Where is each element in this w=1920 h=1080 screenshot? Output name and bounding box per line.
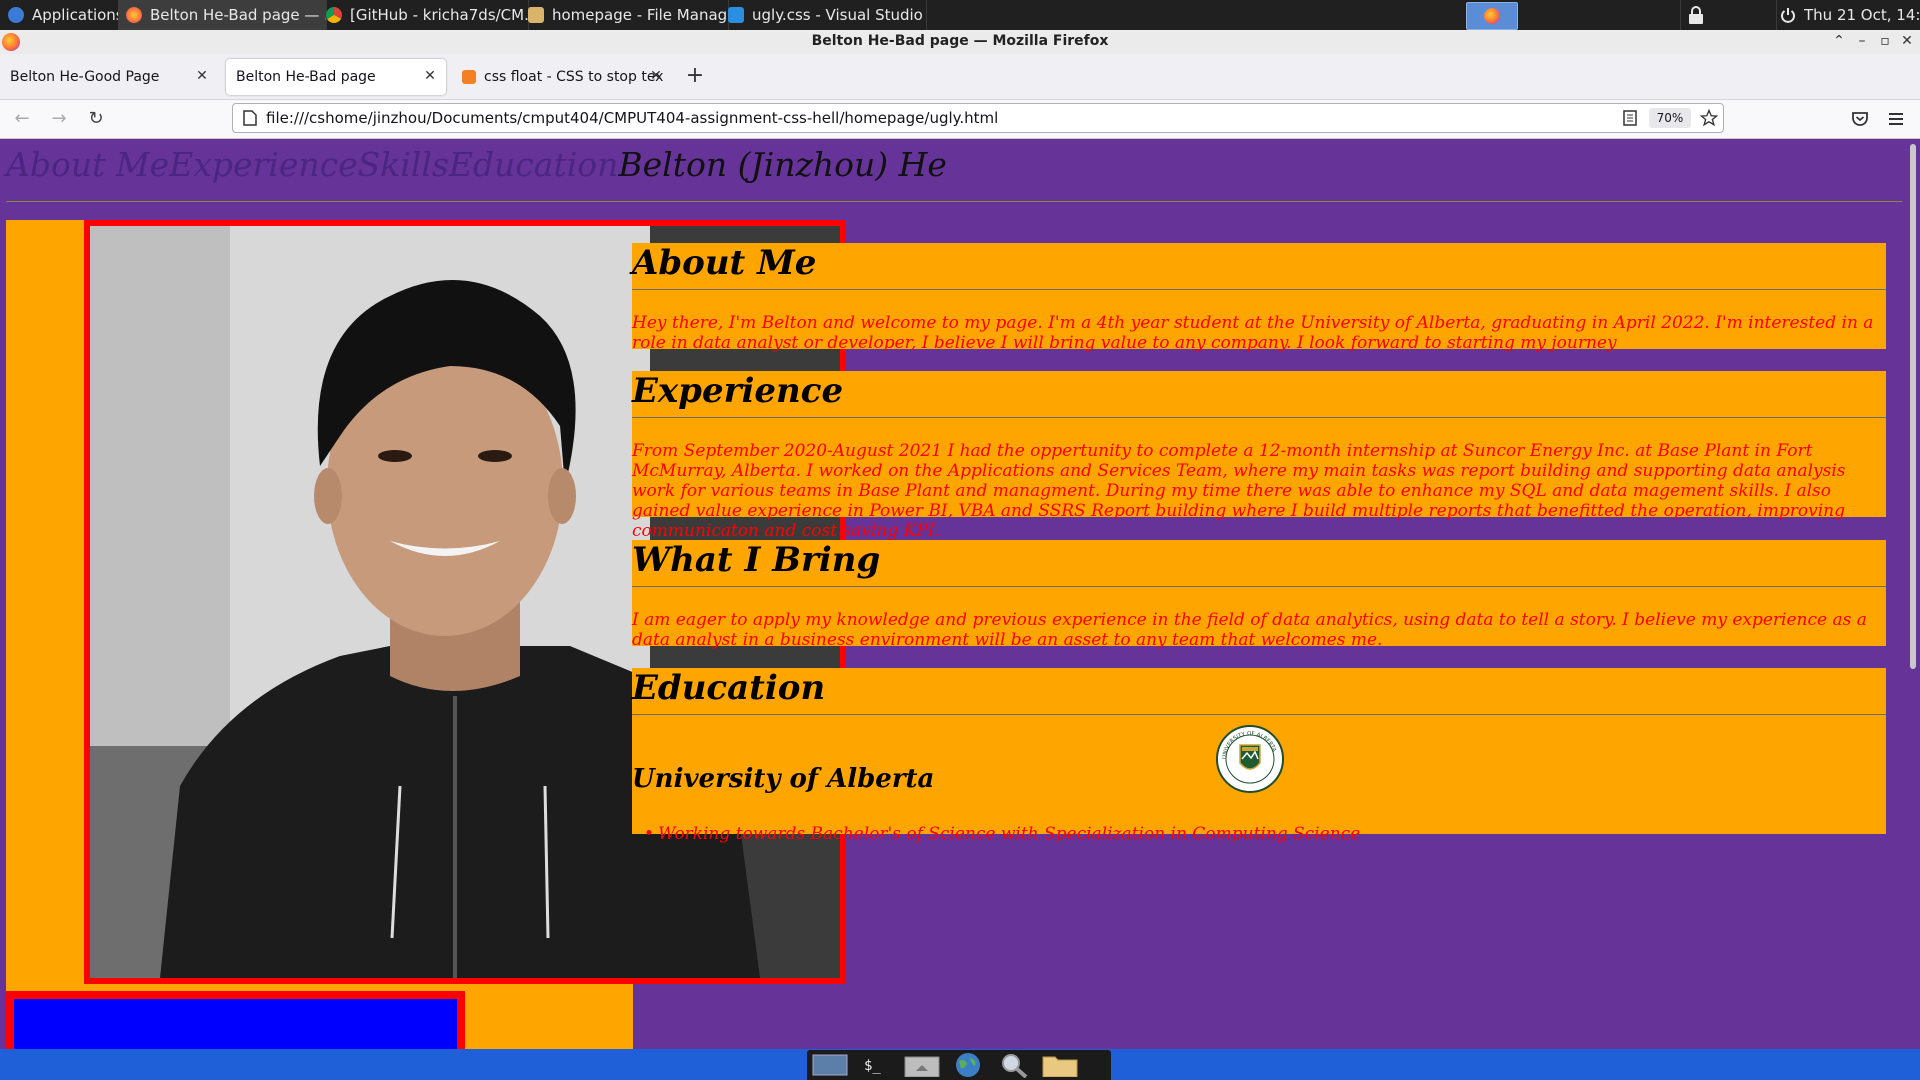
taskbar-item-file-manager[interactable]: homepage - File Manager <box>520 0 729 30</box>
firefox-icon <box>126 7 142 23</box>
university-seal-logo: UNIVERSITY OF ALBERTA <box>1216 725 1284 793</box>
tab-title: Belton He-Bad page <box>236 69 376 85</box>
firefox-launcher-button[interactable] <box>1466 2 1518 30</box>
school-name: University of Alberta <box>632 764 935 794</box>
section-text: Hey there, I'm Belton and welcome to my … <box>632 313 1874 353</box>
section-text: From September 2020-August 2021 I had th… <box>632 441 1846 541</box>
back-button[interactable]: ← <box>10 107 34 131</box>
applications-icon <box>8 7 24 23</box>
window-shade-button[interactable]: ⌃ <box>1830 32 1848 50</box>
site-header: About Me Experience Skills Education Bel… <box>6 145 947 190</box>
section-divider <box>632 289 1886 290</box>
tab-bar: Belton He-Good Page ✕ Belton He-Bad page… <box>0 54 1920 100</box>
reload-button[interactable]: ↻ <box>84 107 108 131</box>
blue-box <box>6 991 465 1049</box>
folder-icon <box>1042 1056 1078 1077</box>
dock-show-desktop[interactable] <box>810 1052 850 1078</box>
close-tab-icon[interactable]: ✕ <box>422 68 438 84</box>
power-button[interactable] <box>1776 0 1799 30</box>
nav-link-about[interactable]: About Me <box>6 145 169 184</box>
lock-icon <box>1689 6 1703 24</box>
nav-link-skills[interactable]: Skills <box>358 145 449 184</box>
taskbar-item-firefox[interactable]: Belton He-Bad page — ... <box>118 0 327 30</box>
taskbar-item-vscode[interactable]: ugly.css - Visual Studio ... <box>720 0 927 30</box>
section-what-i-bring: What I Bring I am eager to apply my know… <box>632 540 1886 650</box>
clock-text: Thu 21 Oct, 14:12 <box>1804 6 1920 24</box>
os-top-panel: Applications Belton He-Bad page — ... [G… <box>0 0 1920 30</box>
window-close-button[interactable]: ✕ <box>1898 32 1916 50</box>
page-icon <box>243 110 257 126</box>
header-divider <box>6 201 1902 202</box>
section-education: Education University of Alberta UNIVERSI… <box>632 668 1886 844</box>
window-titlebar: Belton He-Bad page — Mozilla Firefox ⌃ –… <box>0 30 1920 54</box>
dock-web-browser[interactable] <box>948 1052 988 1078</box>
dock-file-manager[interactable] <box>1040 1052 1080 1078</box>
tab-css-float[interactable]: css float - CSS to stop tex ✕ <box>452 59 672 95</box>
pocket-icon[interactable] <box>1851 110 1869 128</box>
new-tab-button[interactable]: + <box>683 65 707 89</box>
section-divider <box>632 586 1886 587</box>
os-bottom-dock: $_ <box>0 1049 1920 1080</box>
section-text: I am eager to apply my knowledge and pre… <box>632 610 1867 650</box>
section-title: What I Bring <box>632 540 881 580</box>
taskbar-item-label: homepage - File Manager <box>552 6 729 24</box>
section-title: Education <box>632 668 826 708</box>
nav-link-experience[interactable]: Experience <box>169 145 357 184</box>
forward-button[interactable]: → <box>47 107 71 131</box>
clock[interactable]: Thu 21 Oct, 14:12 <box>1804 0 1920 30</box>
section-title: Experience <box>632 371 844 411</box>
url-bar[interactable]: file:///cshome/jinzhou/Documents/cmput40… <box>232 103 1724 133</box>
zoom-level-badge[interactable]: 70% <box>1649 108 1691 128</box>
dock-home-folder[interactable] <box>902 1052 942 1078</box>
vscode-icon <box>728 7 744 23</box>
reader-view-icon[interactable] <box>1623 110 1637 126</box>
nav-link-education[interactable]: Education <box>449 145 619 184</box>
tab-bad-page[interactable]: Belton He-Bad page ✕ <box>226 59 446 95</box>
education-list-item: Working towards Bachelor's of Science wi… <box>645 824 1360 844</box>
section-experience: Experience From September 2020-August 20… <box>632 371 1886 541</box>
taskbar-item-chrome[interactable]: [GitHub - kricha7ds/CM... <box>318 0 529 30</box>
bookmark-star-icon[interactable] <box>1700 109 1718 127</box>
page-viewport: About Me Experience Skills Education Bel… <box>0 139 1920 1049</box>
tab-good-page[interactable]: Belton He-Good Page ✕ <box>0 59 218 95</box>
close-tab-icon[interactable]: ✕ <box>648 68 664 84</box>
section-about: About Me Hey there, I'm Belton and welco… <box>632 243 1886 353</box>
dock-search[interactable] <box>994 1052 1034 1078</box>
stackoverflow-icon <box>462 70 476 84</box>
education-entry: University of Alberta UNIVERSITY OF ALBE… <box>632 714 1886 844</box>
navigation-toolbar: ← → ↻ file:///cshome/jinzhou/Documents/c… <box>0 100 1920 139</box>
svg-text:$_: $_ <box>864 1058 881 1074</box>
taskbar-item-label: ugly.css - Visual Studio ... <box>752 6 927 24</box>
scrollbar-thumb[interactable] <box>1910 144 1916 669</box>
hamburger-menu-icon[interactable] <box>1887 110 1905 128</box>
dock-terminal[interactable]: $_ <box>856 1052 896 1078</box>
close-tab-icon[interactable]: ✕ <box>194 68 210 84</box>
tab-title: css float - CSS to stop tex <box>484 69 664 85</box>
dock: $_ <box>807 1050 1111 1080</box>
tab-title: Belton He-Good Page <box>10 69 160 85</box>
home-folder-icon <box>904 1056 940 1077</box>
lock-screen-button[interactable] <box>1680 0 1711 30</box>
folder-icon <box>528 7 544 23</box>
applications-label: Applications <box>32 6 124 24</box>
chrome-icon <box>326 7 342 23</box>
url-text: file:///cshome/jinzhou/Documents/cmput40… <box>266 109 999 127</box>
globe-icon <box>956 1053 980 1077</box>
desktop-icon <box>812 1054 848 1076</box>
site-name: Belton (Jinzhou) He <box>618 145 947 184</box>
magnifier-icon <box>1002 1054 1028 1078</box>
firefox-icon <box>1484 8 1500 24</box>
section-title: About Me <box>632 243 817 283</box>
page-scrollbar[interactable] <box>1906 139 1920 1049</box>
power-icon <box>1781 8 1795 23</box>
window-maximize-button[interactable]: ▫ <box>1876 32 1894 50</box>
applications-menu[interactable]: Applications <box>0 0 127 30</box>
taskbar-item-label: [GitHub - kricha7ds/CM... <box>350 6 529 24</box>
window-title: Belton He-Bad page — Mozilla Firefox <box>811 33 1109 49</box>
window-minimize-button[interactable]: – <box>1853 32 1871 50</box>
section-divider <box>632 417 1886 418</box>
taskbar-item-label: Belton He-Bad page — ... <box>150 6 327 24</box>
terminal-icon: $_ <box>861 1054 891 1076</box>
